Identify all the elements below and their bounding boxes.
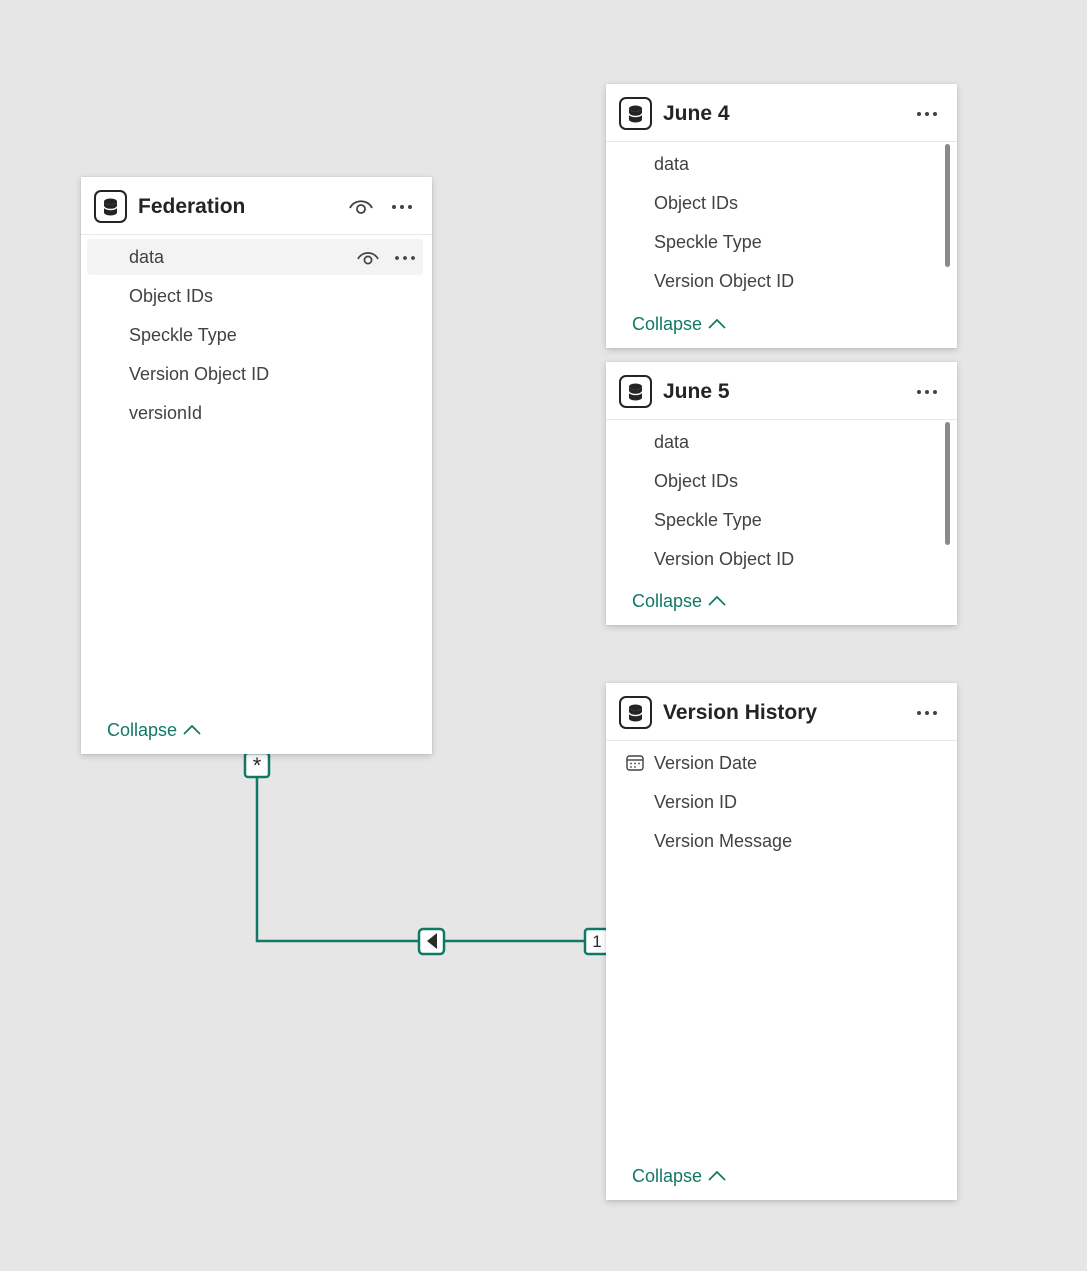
more-options-icon[interactable] [914, 382, 940, 402]
collapse-button[interactable]: Collapse [632, 591, 726, 612]
table-title: June 5 [663, 380, 730, 403]
field-row[interactable]: data [87, 239, 423, 275]
chevron-up-icon [708, 319, 726, 329]
field-row[interactable]: Version Date [612, 745, 948, 781]
table-card-june-5[interactable]: June 5 data Object IDs Speckle Type Vers… [606, 362, 957, 625]
field-row[interactable]: Object IDs [612, 463, 948, 499]
field-row[interactable]: Speckle Type [612, 224, 948, 260]
field-label: versionId [129, 403, 203, 423]
one-cardinality-label: 1 [592, 932, 602, 951]
field-label: Object IDs [654, 193, 739, 213]
more-options-icon[interactable] [914, 703, 940, 723]
database-icon [619, 375, 652, 408]
field-row[interactable]: data [612, 424, 948, 460]
table-header[interactable]: Federation [81, 177, 432, 235]
database-icon [94, 190, 127, 223]
field-label: Speckle Type [654, 510, 762, 530]
table-title: Federation [138, 195, 246, 218]
field-label: Version Date [654, 753, 758, 773]
many-cardinality-label: * [252, 753, 262, 778]
chevron-up-icon [708, 596, 726, 606]
field-label: Object IDs [654, 471, 739, 491]
field-row[interactable]: versionId [87, 395, 423, 431]
field-label: Version Object ID [129, 364, 270, 384]
collapse-label: Collapse [107, 720, 178, 740]
collapse-button[interactable]: Collapse [632, 314, 726, 335]
chevron-up-icon [708, 1171, 726, 1181]
table-header[interactable]: June 4 [606, 84, 957, 142]
table-card-federation[interactable]: Federation data Object IDs Speckle Type … [81, 177, 432, 754]
field-label: Version Object ID [654, 271, 795, 291]
table-card-version-history[interactable]: Version History Version Date Version ID … [606, 683, 957, 1200]
table-header[interactable]: June 5 [606, 362, 957, 420]
calendar-icon [626, 754, 644, 777]
field-row[interactable]: Version ID [612, 784, 948, 820]
field-label: data [654, 432, 690, 452]
database-icon [619, 97, 652, 130]
field-row[interactable]: Version Object ID [87, 356, 423, 392]
field-label: Object IDs [129, 286, 214, 306]
table-title: Version History [663, 701, 818, 724]
table-title: June 4 [663, 102, 730, 125]
collapse-label: Collapse [632, 314, 703, 334]
table-card-june-4[interactable]: June 4 data Object IDs Speckle Type Vers… [606, 84, 957, 348]
more-options-icon[interactable] [914, 104, 940, 124]
collapse-button[interactable]: Collapse [632, 1166, 726, 1187]
field-row[interactable]: Speckle Type [87, 317, 423, 353]
scrollbar[interactable] [945, 422, 950, 545]
field-label: data [129, 247, 165, 267]
database-icon [619, 696, 652, 729]
collapse-label: Collapse [632, 591, 703, 611]
field-label: Speckle Type [129, 325, 237, 345]
table-header[interactable]: Version History [606, 683, 957, 741]
field-row[interactable]: Object IDs [612, 185, 948, 221]
collapse-button[interactable]: Collapse [107, 720, 201, 741]
field-row[interactable]: Version Object ID [612, 541, 948, 577]
collapse-label: Collapse [632, 1166, 703, 1186]
field-row[interactable]: Speckle Type [612, 502, 948, 538]
field-label: Version Object ID [654, 549, 795, 569]
visibility-eye-icon[interactable] [347, 196, 375, 216]
direction-arrow-icon [417, 927, 446, 956]
more-options-icon[interactable] [393, 250, 417, 271]
field-row[interactable]: data [612, 146, 948, 182]
field-row[interactable]: Version Message [612, 823, 948, 859]
field-row[interactable]: Version Object ID [612, 263, 948, 299]
field-label: Version ID [654, 792, 738, 812]
field-label: Speckle Type [654, 232, 762, 252]
chevron-up-icon [183, 725, 201, 735]
more-options-icon[interactable] [389, 197, 415, 217]
field-label: data [654, 154, 690, 174]
field-row[interactable]: Object IDs [87, 278, 423, 314]
visibility-eye-icon[interactable] [355, 248, 381, 271]
scrollbar[interactable] [945, 144, 950, 267]
field-label: Version Message [654, 831, 793, 851]
